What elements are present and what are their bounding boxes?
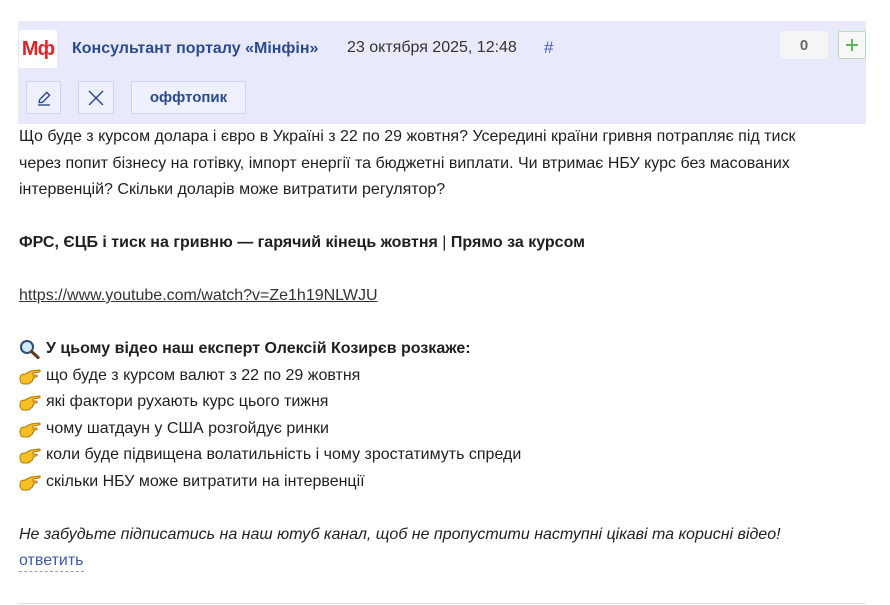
list-item: коли буде підвищена волатильність і чому…	[19, 442, 869, 469]
offtopic-tag-button[interactable]: оффтопик	[131, 81, 246, 114]
reply-link[interactable]: ответить	[19, 551, 84, 572]
plus-icon	[846, 39, 858, 51]
post-date: 23 октября 2025, 12:48	[347, 39, 517, 56]
post-body: Що буде з курсом долара і євро в Україні…	[19, 124, 869, 548]
list-item: скільки НБУ може витратити на інтервенці…	[19, 469, 869, 496]
pointing-hand-icon	[19, 369, 41, 385]
post-header: Мф Консультант порталу «Мінфін» 23 октяб…	[18, 21, 866, 124]
author-name[interactable]: Консультант порталу «Мінфін»	[72, 40, 318, 58]
intro-text-line: через попит бізнесу на готівку, імпорт е…	[19, 154, 790, 172]
list-heading: У цьому відео наш експерт Олексій Козирє…	[19, 336, 869, 363]
edit-button[interactable]	[26, 81, 61, 114]
pointing-hand-icon	[19, 422, 41, 438]
youtube-link[interactable]: https://www.youtube.com/watch?v=Ze1h19NL…	[19, 287, 378, 304]
intro-text-line: Що буде з курсом долара і євро в Україні…	[19, 128, 796, 145]
pencil-icon	[37, 91, 50, 106]
video-title-main: ФРС, ЄЦБ і тиск на гривню — гарячий кіне…	[19, 234, 438, 251]
pointing-hand-icon	[19, 395, 41, 411]
video-title: ФРС, ЄЦБ і тиск на гривню — гарячий кіне…	[19, 230, 869, 257]
list-item-text: чому шатдаун у США розгойдує ринки	[46, 419, 329, 437]
author-avatar[interactable]: Мф	[19, 30, 57, 68]
permalink-anchor[interactable]: #	[544, 38, 553, 58]
divider	[18, 603, 866, 604]
vote-score: 0	[780, 31, 828, 59]
delete-button[interactable]	[78, 81, 114, 114]
list-heading-text: У цьому відео наш експерт Олексій Козирє…	[46, 340, 471, 357]
video-title-series: Прямо за курсом	[450, 234, 585, 251]
list-item-text: які фактори рухають курс цього тижня	[46, 393, 329, 410]
pointing-hand-icon	[19, 475, 41, 491]
list-item: що буде з курсом валют з 22 по 29 жовтня	[19, 363, 869, 390]
list-item: чому шатдаун у США розгойдує ринки	[19, 416, 869, 443]
pointing-hand-icon	[19, 448, 41, 464]
list-item-text: що буде з курсом валют з 22 по 29 жовтня	[46, 366, 361, 384]
list-item-text: скільки НБУ може витратити на інтервенці…	[46, 472, 365, 490]
magnifier-icon	[20, 340, 40, 360]
upvote-button[interactable]	[838, 31, 866, 59]
intro-text-line: інтервенцій? Скільки доларів може витрат…	[19, 181, 446, 198]
close-icon	[88, 89, 104, 106]
list-item-text: коли буде підвищена волатильність і чому…	[46, 446, 522, 463]
video-title-separator: |	[437, 234, 451, 251]
list-item: які фактори рухають курс цього тижня	[19, 389, 869, 416]
closing-text: Не забудьте підписатись на наш ютуб кана…	[19, 525, 781, 543]
